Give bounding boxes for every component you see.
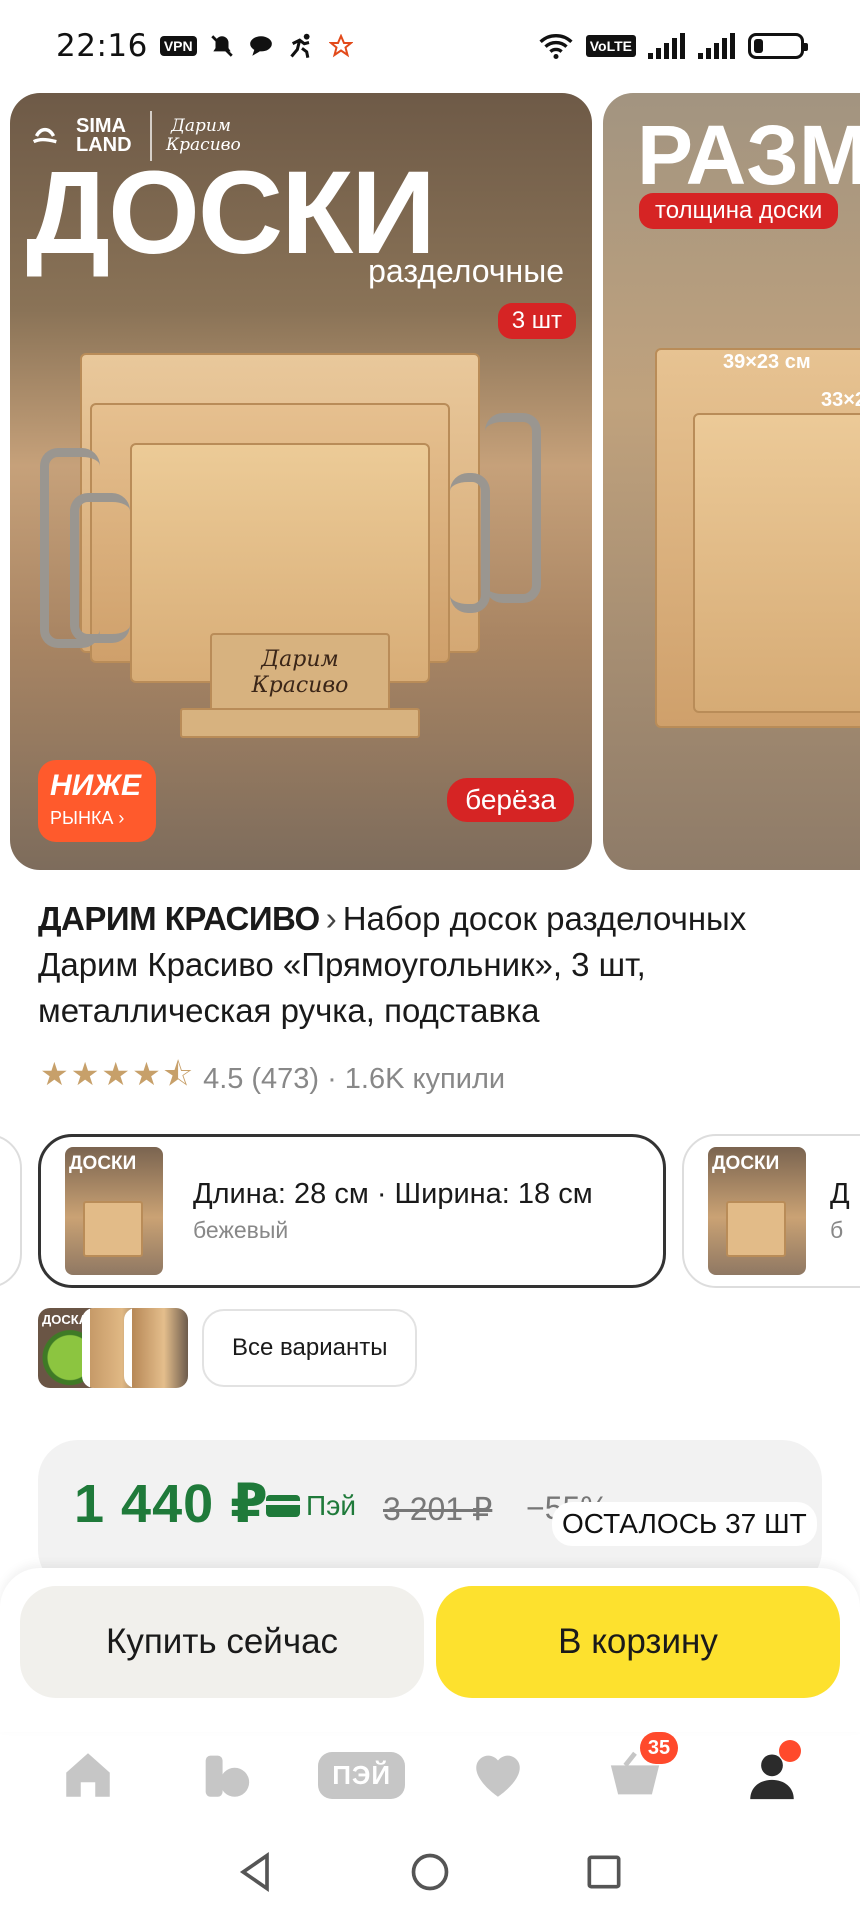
quantity-tag: 3 шт (497, 303, 576, 339)
back-icon[interactable] (234, 1850, 278, 1894)
rating-row[interactable]: ★★★★⯪ 4.5 (473) · 1.6K купили (40, 1052, 505, 1106)
old-price: 3 201 ₽ (383, 1491, 493, 1527)
card-icon (266, 1495, 300, 1517)
product-gallery[interactable]: SIMA LAND Дарим Красиво ДОСКИ разделочны… (10, 93, 860, 870)
slide-subtitle: разделочные (368, 253, 564, 289)
product-title: ДАРИМ КРАСИВО › Набор досок разделочных Да… (38, 896, 838, 1034)
heart-icon (476, 1755, 521, 1797)
star-icon (328, 34, 353, 58)
variant-mini-thumbnails[interactable]: ДОСКА (38, 1308, 188, 1388)
status-time: 22:16 (56, 28, 148, 64)
buy-now-button[interactable]: Купить сейчас (20, 1586, 424, 1698)
variant-selector[interactable]: ДОСКИ Длина: 28 см · Ширина: 18 см бежев… (0, 1134, 860, 1290)
recents-icon[interactable] (582, 1850, 626, 1894)
material-tag: берёза (447, 778, 574, 822)
variant-card-next[interactable]: ДОСКИ Д б (682, 1134, 860, 1288)
variant-color: б (830, 1217, 844, 1243)
home-icon (66, 1753, 111, 1797)
tab-cart[interactable]: 35 (590, 1732, 680, 1810)
bottom-tab-bar: ПЭЙ 35 (0, 1732, 860, 1818)
thickness-tag: толщина доски (639, 193, 839, 229)
vpn-icon: VPN (159, 36, 197, 56)
all-variants-button[interactable]: Все варианты (202, 1309, 418, 1387)
stock-remaining-badge: ОСТАЛОСЬ 37 ШТ (552, 1502, 817, 1546)
tab-profile[interactable] (727, 1740, 817, 1810)
grocery-icon (205, 1755, 250, 1797)
signal-icon (698, 33, 735, 59)
notification-dot (778, 1740, 801, 1762)
tab-catalog[interactable] (180, 1740, 270, 1810)
gallery-slide[interactable]: РАЗМ толщина доски 39×23 см 33×2 (603, 93, 860, 870)
dimension-label: 39×23 см (723, 351, 811, 373)
signal-icon (648, 33, 685, 59)
variant-thumbnail: ДОСКИ (65, 1147, 163, 1275)
variant-thumbnail: ДОСКИ (708, 1147, 806, 1275)
chevron-right-icon: › (325, 900, 337, 937)
purchase-bar: Купить сейчас В корзину (0, 1568, 860, 1732)
pay-price: Пэй (266, 1490, 356, 1522)
tab-pay[interactable]: ПЭЙ (317, 1740, 407, 1810)
variant-color: бежевый (193, 1217, 289, 1243)
activity-icon (289, 33, 310, 58)
sold-count: · 1.6K купили (327, 1062, 506, 1095)
pay-icon: ПЭЙ (318, 1751, 406, 1799)
status-bar: 22:16 VPN VoLTE (0, 0, 860, 92)
below-market-badge[interactable]: НИЖЕ РЫНКА › (38, 760, 156, 842)
brand-link[interactable]: ДАРИМ КРАСИВО (38, 900, 320, 937)
dimension-label: 33×2 (821, 389, 860, 411)
variant-mini-thumb[interactable] (124, 1308, 188, 1388)
add-to-cart-button[interactable]: В корзину (436, 1586, 840, 1698)
chat-icon (249, 36, 272, 56)
current-price: 1 440 ₽ (74, 1474, 269, 1534)
volte-icon: VoLTE (585, 35, 636, 57)
variant-mini-row: ДОСКА Все варианты (38, 1308, 418, 1388)
variant-size: Д (830, 1178, 850, 1210)
tab-home[interactable] (43, 1740, 133, 1810)
cutting-boards-picture: Дарим Красиво (40, 353, 541, 753)
gallery-slide[interactable]: SIMA LAND Дарим Красиво ДОСКИ разделочны… (10, 93, 592, 870)
variant-size: Длина: 28 см · Ширина: 18 см (193, 1178, 593, 1210)
variant-card-selected[interactable]: ДОСКИ Длина: 28 см · Ширина: 18 см бежев… (38, 1134, 666, 1288)
system-navigation (0, 1824, 860, 1920)
tab-favorites[interactable] (453, 1740, 543, 1810)
rating-value: 4.5 (203, 1062, 244, 1095)
cart-count-badge: 35 (639, 1732, 678, 1764)
home-circle-icon[interactable] (408, 1850, 452, 1894)
battery-icon (748, 33, 808, 59)
rating-stars-icon: ★★★★⯪ (40, 1056, 196, 1092)
mute-icon (210, 35, 233, 57)
stand-engraving: Дарим Красиво (251, 647, 349, 698)
wifi-icon (539, 34, 573, 60)
review-count: (473) (251, 1062, 320, 1095)
slide-title: РАЗМ (637, 108, 860, 202)
variant-card-prev[interactable] (0, 1134, 22, 1288)
